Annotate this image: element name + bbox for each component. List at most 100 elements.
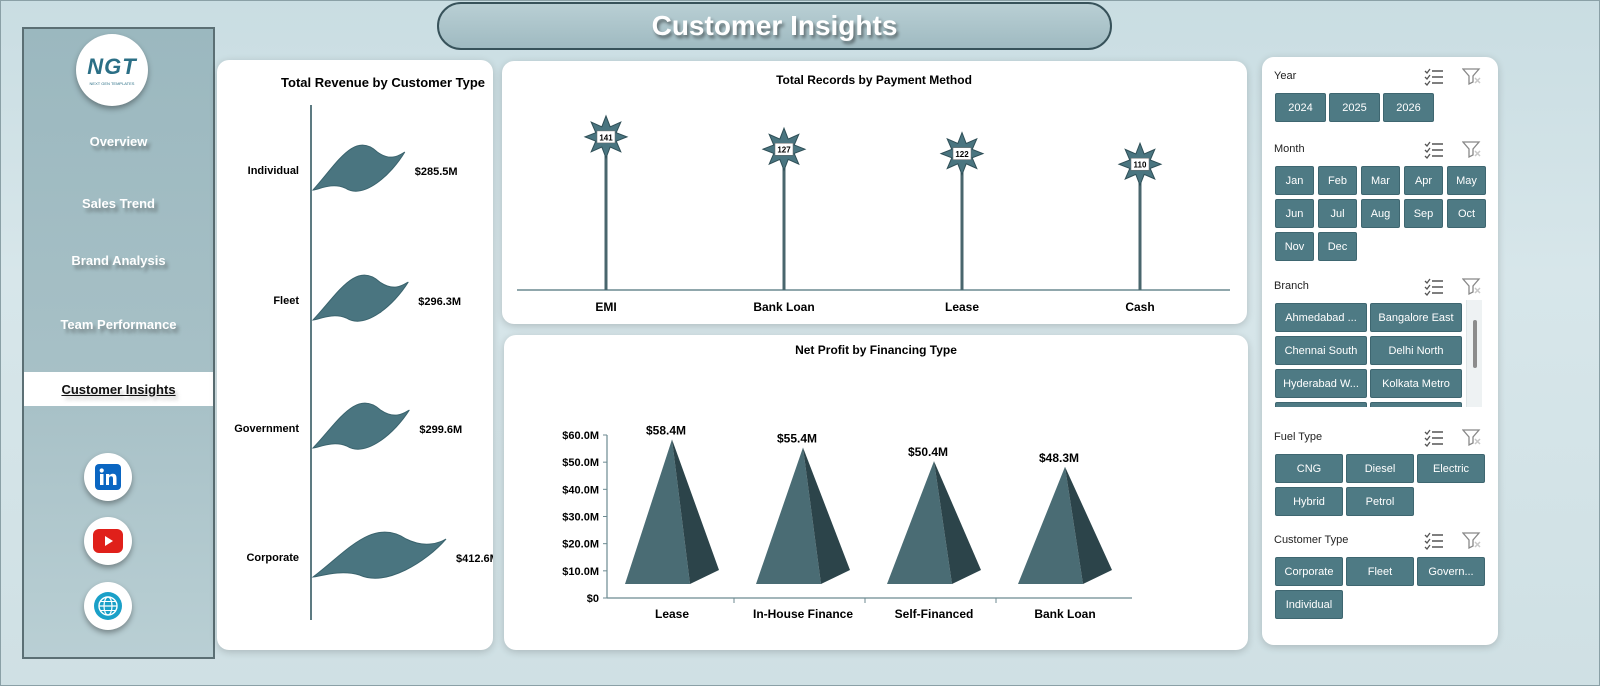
payment-method-card: Total Records by Payment Method 141 EMI 127… xyxy=(502,61,1247,324)
nav-overview[interactable]: Overview xyxy=(24,124,213,158)
data-label: $48.3M xyxy=(1039,451,1079,465)
clear-filter-icon[interactable] xyxy=(1461,429,1482,452)
category-label: Bank Loan xyxy=(753,300,814,314)
slicer-panel: Year 2024 2025 2026 Month Jan Feb Mar Apr May Jun J… xyxy=(1262,57,1498,645)
data-label: $58.4M xyxy=(646,423,686,437)
website-button[interactable] xyxy=(84,582,132,630)
multi-select-icon[interactable] xyxy=(1424,141,1444,164)
chart-title: Total Revenue by Customer Type xyxy=(281,75,485,90)
data-label: $299.6M xyxy=(419,424,462,436)
category-label: Cash xyxy=(1125,300,1154,314)
slicer-header: Year xyxy=(1274,70,1297,82)
category-label: Bank Loan xyxy=(1034,607,1095,621)
nav-brand-analysis[interactable]: Brand Analysis xyxy=(24,243,213,277)
data-label: $285.5M xyxy=(415,166,458,178)
data-label: 141 xyxy=(599,133,613,142)
slicer-item[interactable] xyxy=(1275,402,1367,407)
scrollbar-thumb[interactable] xyxy=(1473,320,1477,368)
slicer-item[interactable]: Apr xyxy=(1404,166,1443,195)
page-title: Customer Insights xyxy=(651,10,898,41)
slicer-header-icons xyxy=(1424,68,1482,91)
slicer-item[interactable]: Corporate xyxy=(1275,557,1343,586)
category-label: Individual xyxy=(248,165,299,177)
financing-profit-card: Net Profit by Financing Type $0 $10.0M $20.… xyxy=(504,335,1248,650)
slicer-item[interactable]: 2024 xyxy=(1275,93,1326,122)
category-label: Corporate xyxy=(246,552,299,564)
multi-select-icon[interactable] xyxy=(1424,429,1444,452)
slicer-item[interactable]: 2025 xyxy=(1329,93,1380,122)
profit-chart: Net Profit by Financing Type $0 $10.0M $20.… xyxy=(562,343,1132,621)
logo-subtitle: NEXT GEN TEMPLATES xyxy=(89,81,135,86)
multi-select-icon[interactable] xyxy=(1424,532,1444,555)
logo: NGT NEXT GEN TEMPLATES xyxy=(76,34,148,106)
globe-icon xyxy=(94,592,122,620)
slicer-item[interactable]: Hyderabad W... xyxy=(1275,369,1367,398)
pyramid-front-face xyxy=(756,447,821,584)
chart-title: Net Profit by Financing Type xyxy=(795,343,957,357)
slicer-item[interactable]: Govern... xyxy=(1417,557,1485,586)
nav-customer-insights[interactable]: Customer Insights xyxy=(24,372,213,406)
slicer-item[interactable]: Aug xyxy=(1361,199,1400,228)
clear-filter-icon[interactable] xyxy=(1461,532,1482,555)
slicer-header: Fuel Type xyxy=(1274,431,1323,443)
slicer-item[interactable]: May xyxy=(1447,166,1486,195)
data-label: $50.4M xyxy=(908,445,948,459)
chart-title: Total Records by Payment Method xyxy=(776,73,972,87)
slicer-item[interactable]: Chennai South xyxy=(1275,336,1367,365)
slicer-item[interactable]: Jan xyxy=(1275,166,1314,195)
data-label: $55.4M xyxy=(777,431,817,445)
slicer-header-icons xyxy=(1424,278,1482,301)
category-label: Fleet xyxy=(273,295,299,307)
nav-team-performance[interactable]: Team Performance xyxy=(24,307,213,341)
slicer-item[interactable]: Delhi North xyxy=(1370,336,1462,365)
slicer-item[interactable]: Electric xyxy=(1417,454,1485,483)
youtube-button[interactable] xyxy=(84,517,132,565)
pyramid-front-face xyxy=(887,461,952,584)
slicer-item[interactable]: Feb xyxy=(1318,166,1357,195)
slicer-header: Month xyxy=(1274,143,1305,155)
slicer-header: Customer Type xyxy=(1274,534,1349,546)
data-label: 110 xyxy=(1134,161,1147,170)
multi-select-icon[interactable] xyxy=(1424,68,1444,91)
data-label: $296.3M xyxy=(418,296,461,308)
clear-filter-icon[interactable] xyxy=(1461,68,1482,91)
slicer-item[interactable]: Individual xyxy=(1275,590,1343,619)
slicer-item[interactable]: Ahmedabad ... xyxy=(1275,303,1367,332)
slicer-item[interactable]: 2026 xyxy=(1383,93,1434,122)
y-tick-label: $10.0M xyxy=(562,566,599,578)
linkedin-button[interactable] xyxy=(84,453,132,501)
clear-filter-icon[interactable] xyxy=(1461,141,1482,164)
slicer-item[interactable]: Kolkata Metro xyxy=(1370,369,1462,398)
slicer-item[interactable]: Jul xyxy=(1318,199,1357,228)
slicer-item[interactable]: Sep xyxy=(1404,199,1443,228)
category-label: Lease xyxy=(655,607,689,621)
slicer-item[interactable]: Oct xyxy=(1447,199,1486,228)
title-banner: Customer Insights xyxy=(437,2,1112,50)
slicer-item[interactable]: Dec xyxy=(1318,232,1357,261)
slicer-item[interactable]: Petrol xyxy=(1346,487,1414,516)
slicer-item[interactable] xyxy=(1370,402,1462,407)
y-tick-label: $30.0M xyxy=(562,512,599,524)
slicer-header-icons xyxy=(1424,532,1482,555)
multi-select-icon[interactable] xyxy=(1424,278,1444,301)
revenue-flag-bar xyxy=(311,531,447,579)
y-tick-label: $0 xyxy=(587,593,599,605)
slicer-header-icons xyxy=(1424,141,1482,164)
slicer-item[interactable]: Fleet xyxy=(1346,557,1414,586)
clear-filter-icon[interactable] xyxy=(1461,278,1482,301)
slicer-item[interactable]: Hybrid xyxy=(1275,487,1343,516)
slicer-item[interactable]: Jun xyxy=(1275,199,1314,228)
slicer-item[interactable]: Diesel xyxy=(1346,454,1414,483)
slicer-item[interactable]: Mar xyxy=(1361,166,1400,195)
slicer-item[interactable]: Nov xyxy=(1275,232,1314,261)
nav-sales-trend[interactable]: Sales Trend xyxy=(24,186,213,220)
slicer-item[interactable]: CNG xyxy=(1275,454,1343,483)
sidebar: NGT NEXT GEN TEMPLATES Overview Sales Tr… xyxy=(22,27,215,659)
y-tick-label: $60.0M xyxy=(562,430,599,442)
logo-text: NGT xyxy=(87,54,137,79)
slicer-item[interactable]: Bangalore East xyxy=(1370,303,1462,332)
category-label: Government xyxy=(234,423,299,435)
revenue-flag-bar xyxy=(311,144,406,192)
category-label: Self-Financed xyxy=(895,607,974,621)
slicer-scrollbar[interactable] xyxy=(1466,300,1482,407)
